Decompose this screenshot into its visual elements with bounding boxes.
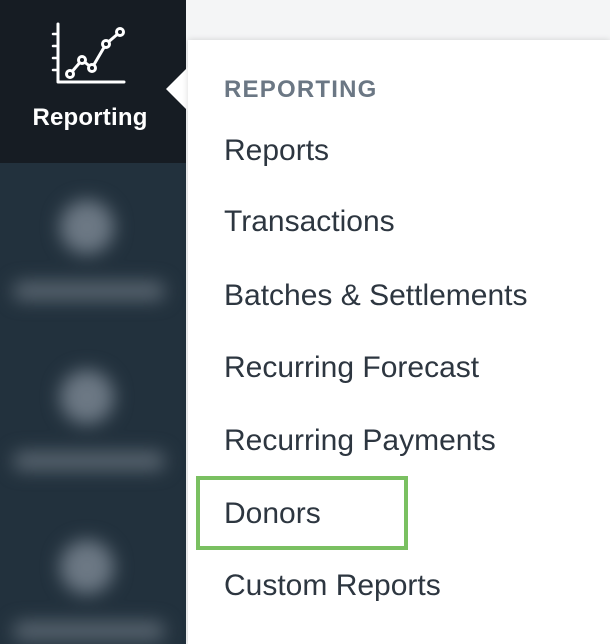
sidebar-item-label: Reporting <box>32 104 148 131</box>
sidebar-item-blurred[interactable] <box>0 520 186 644</box>
donors-highlight-box <box>196 476 408 550</box>
sidebar-nav: Reporting <box>0 0 186 644</box>
menu-item-reports[interactable]: Reports <box>224 134 329 168</box>
line-chart-icon <box>51 22 126 84</box>
sidebar-item-blurred[interactable] <box>0 180 186 330</box>
sidebar-item-reporting[interactable]: Reporting <box>0 0 186 163</box>
menu-item-batches-settlements[interactable]: Batches & Settlements <box>224 279 528 313</box>
blurred-icon <box>60 200 114 254</box>
menu-item-custom-reports[interactable]: Custom Reports <box>224 569 441 603</box>
app-screen: Reporting REPORTING Reports Transactions… <box>0 0 610 644</box>
menu-heading: REPORTING <box>224 76 378 103</box>
sidebar-item-blurred[interactable] <box>0 350 186 500</box>
blurred-label <box>14 282 164 300</box>
menu-item-recurring-forecast[interactable]: Recurring Forecast <box>224 351 479 385</box>
blurred-icon <box>60 370 114 424</box>
menu-pointer-arrow <box>166 65 190 113</box>
menu-item-transactions[interactable]: Transactions <box>224 205 395 239</box>
menu-item-recurring-payments[interactable]: Recurring Payments <box>224 424 496 458</box>
blurred-label <box>14 452 164 470</box>
blurred-label <box>14 622 164 640</box>
reporting-dropdown-menu: REPORTING Reports Transactions Batches &… <box>188 40 610 644</box>
blurred-icon <box>60 540 114 594</box>
